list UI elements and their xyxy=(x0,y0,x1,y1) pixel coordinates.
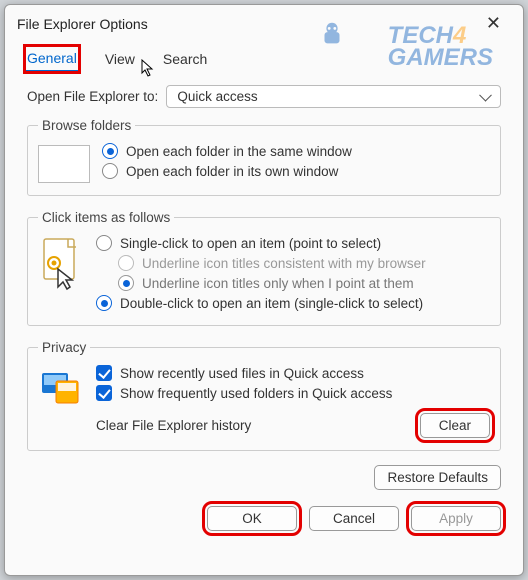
open-explorer-row: Open File Explorer to: Quick access xyxy=(27,85,501,108)
check-recent-files[interactable]: Show recently used files in Quick access xyxy=(96,363,490,383)
browse-folders-legend: Browse folders xyxy=(38,118,135,133)
click-items-group: Click items as follows Single-click to o… xyxy=(27,210,501,326)
radio-icon xyxy=(102,163,118,179)
radio-icon xyxy=(96,235,112,251)
tab-general[interactable]: General xyxy=(25,46,79,72)
radio-icon xyxy=(118,275,134,291)
privacy-icon xyxy=(38,363,84,409)
radio-single-click[interactable]: Single-click to open an item (point to s… xyxy=(96,233,490,253)
open-explorer-label: Open File Explorer to: xyxy=(27,89,158,104)
click-items-legend: Click items as follows xyxy=(38,210,174,225)
browse-folders-group: Browse folders Open each folder in the s… xyxy=(27,118,501,196)
radio-underline-browser: Underline icon titles consistent with my… xyxy=(96,253,490,273)
radio-underline-point: Underline icon titles only when I point … xyxy=(96,273,490,293)
window-title: File Explorer Options xyxy=(17,16,148,32)
privacy-legend: Privacy xyxy=(38,340,90,355)
file-explorer-options-dialog: File Explorer Options ✕ TECH4 GAMERS Gen… xyxy=(4,4,524,576)
radio-double-click[interactable]: Double-click to open an item (single-cli… xyxy=(96,293,490,313)
radio-same-window[interactable]: Open each folder in the same window xyxy=(102,141,352,161)
close-button[interactable]: ✕ xyxy=(476,11,511,36)
document-cursor-icon xyxy=(38,235,84,291)
tab-view[interactable]: View xyxy=(103,47,137,71)
content-area: Open File Explorer to: Quick access Brow… xyxy=(5,73,523,451)
ok-button[interactable]: OK xyxy=(207,506,297,531)
title-bar: File Explorer Options ✕ xyxy=(5,5,523,42)
radio-icon xyxy=(102,143,118,159)
dropdown-value: Quick access xyxy=(177,89,257,104)
radio-icon xyxy=(118,255,134,271)
open-explorer-dropdown[interactable]: Quick access xyxy=(166,85,501,108)
radio-icon xyxy=(96,295,112,311)
dialog-footer: OK Cancel Apply xyxy=(5,500,523,545)
tab-search[interactable]: Search xyxy=(161,47,209,71)
privacy-group: Privacy Show recently used files in Quic… xyxy=(27,340,501,451)
clear-history-label: Clear File Explorer history xyxy=(96,418,251,433)
checkbox-icon xyxy=(96,385,112,401)
check-frequent-folders[interactable]: Show frequently used folders in Quick ac… xyxy=(96,383,490,403)
browse-folders-icon xyxy=(38,145,90,183)
checkbox-icon xyxy=(96,365,112,381)
radio-own-window[interactable]: Open each folder in its own window xyxy=(102,161,352,181)
tab-strip: General View Search xyxy=(5,42,523,73)
cancel-button[interactable]: Cancel xyxy=(309,506,399,531)
restore-defaults-button[interactable]: Restore Defaults xyxy=(374,465,501,490)
clear-button[interactable]: Clear xyxy=(420,413,490,438)
apply-button[interactable]: Apply xyxy=(411,506,501,531)
